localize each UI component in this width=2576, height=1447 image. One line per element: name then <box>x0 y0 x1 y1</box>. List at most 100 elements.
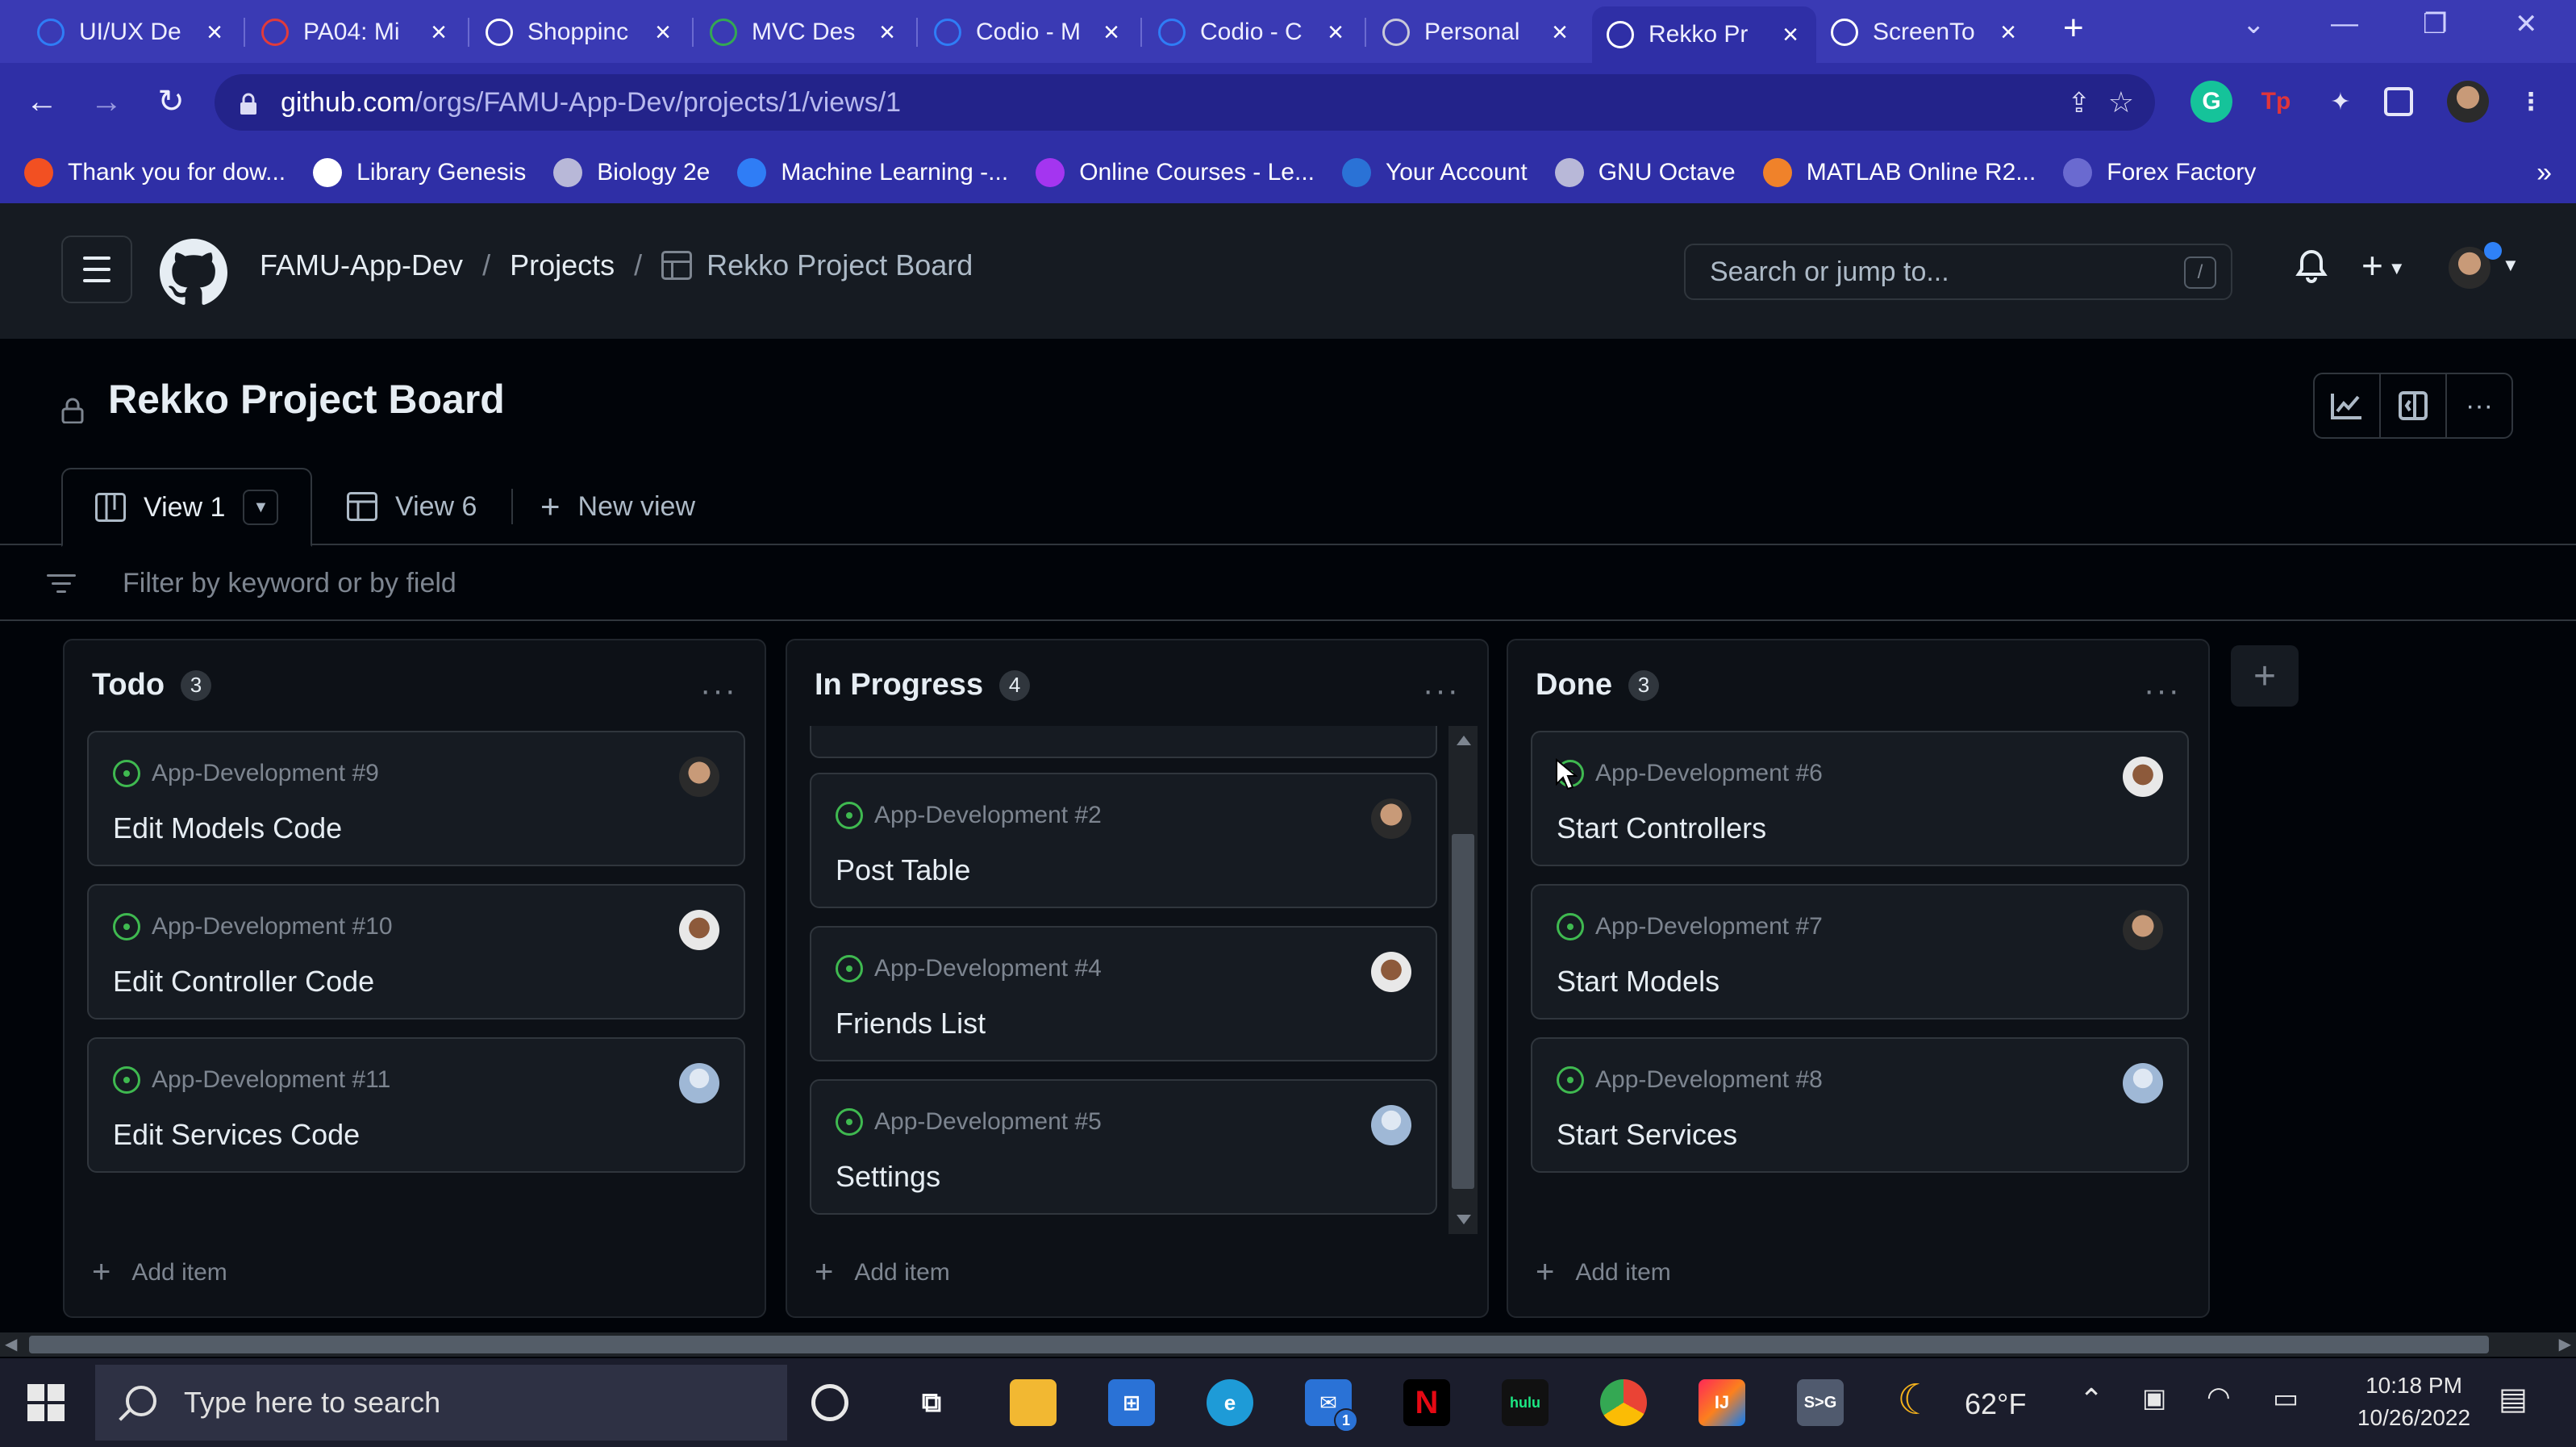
assignee-avatar[interactable] <box>2123 757 2163 797</box>
close-tab-icon[interactable]: × <box>427 17 450 48</box>
issue-card[interactable]: App-Development #2 Post Table <box>810 773 1437 908</box>
mail-icon[interactable]: ✉ 1 <box>1305 1379 1358 1432</box>
card-title[interactable]: Edit Models Code <box>113 811 342 845</box>
github-search-input[interactable]: Search or jump to... / <box>1684 244 2232 300</box>
extensions-puzzle-icon[interactable]: ✦ <box>2320 81 2361 123</box>
scroll-left-arrow[interactable]: ◀ <box>5 1334 17 1354</box>
cortana-icon[interactable] <box>811 1384 848 1421</box>
profile-avatar[interactable] <box>2447 81 2489 123</box>
hulu-icon[interactable]: hulu <box>1502 1379 1549 1426</box>
notifications-bell-icon[interactable] <box>2295 248 2328 292</box>
close-tab-icon[interactable]: × <box>1100 17 1123 48</box>
file-explorer-icon[interactable] <box>1010 1379 1057 1426</box>
new-view-button[interactable]: + New view <box>540 468 695 545</box>
browser-tab[interactable]: Personal × <box>1368 6 1586 58</box>
bookmark-item[interactable]: Forex Factory <box>2063 158 2256 187</box>
card-title[interactable]: Start Models <box>1557 965 1719 999</box>
assignee-avatar[interactable] <box>679 1063 719 1103</box>
bookmark-item[interactable]: Machine Learning -... <box>737 158 1008 187</box>
address-bar[interactable]: github.com/orgs/FAMU-App-Dev/projects/1/… <box>215 74 2155 131</box>
card-title[interactable]: Settings <box>836 1160 940 1194</box>
hamburger-menu-button[interactable] <box>61 236 132 303</box>
bookmark-item[interactable]: Library Genesis <box>313 158 526 187</box>
forward-button[interactable]: → <box>84 79 129 124</box>
github-logo-icon[interactable] <box>160 239 227 306</box>
task-view-icon[interactable]: ⧉ <box>908 1379 955 1426</box>
assignee-avatar[interactable] <box>679 910 719 950</box>
close-window-button[interactable]: ✕ <box>2515 8 2538 40</box>
issue-card[interactable]: App-Development #7 Start Models <box>1531 884 2189 1020</box>
add-item-button[interactable]: + Add item <box>815 1254 950 1291</box>
side-panel-toggle-icon[interactable] <box>2381 374 2447 437</box>
browser-tab[interactable]: ScreenTo × <box>1816 6 2034 58</box>
battery-icon[interactable]: ▭ <box>2273 1382 2299 1415</box>
browser-menu-icon[interactable]: ⋮ <box>2510 81 2552 123</box>
close-tab-icon[interactable]: × <box>876 17 898 48</box>
filter-bar[interactable]: Filter by keyword or by field <box>0 547 2576 621</box>
card-title[interactable]: Friends List <box>836 1007 986 1040</box>
notification-center-icon[interactable]: ▤ <box>2499 1381 2528 1417</box>
browser-tab[interactable]: Rekko Pr × <box>1592 6 1816 63</box>
scrollbar-thumb[interactable] <box>29 1336 2489 1353</box>
browser-tab[interactable]: Shoppinc × <box>471 6 689 58</box>
bookmark-item[interactable]: Biology 2e <box>553 158 710 187</box>
bookmark-item[interactable]: GNU Octave <box>1554 158 1736 187</box>
issue-card[interactable]: App-Development #4 Friends List <box>810 926 1437 1061</box>
page-horizontal-scrollbar[interactable]: ◀ ▶ <box>0 1332 2576 1357</box>
edge-icon[interactable]: e <box>1207 1379 1253 1426</box>
create-new-plus-icon[interactable]: + ▼ <box>2361 244 2406 287</box>
browser-tab[interactable]: PA04: Mi × <box>247 6 465 58</box>
scroll-up-arrow[interactable] <box>1457 736 1471 745</box>
assignee-avatar[interactable] <box>1371 952 1411 992</box>
side-panel-icon[interactable] <box>2384 87 2413 116</box>
close-tab-icon[interactable]: × <box>1779 19 1802 51</box>
close-tab-icon[interactable]: × <box>1549 17 1571 48</box>
insights-chart-icon[interactable] <box>2315 374 2381 437</box>
breadcrumb-projects-link[interactable]: Projects <box>510 248 615 282</box>
issue-card[interactable]: App-Development #9 Edit Models Code <box>87 731 745 866</box>
issue-card-partial[interactable] <box>810 726 1437 758</box>
microsoft-store-icon[interactable]: ⊞ <box>1108 1379 1155 1426</box>
assignee-avatar[interactable] <box>679 757 719 797</box>
bookmark-item[interactable]: Online Courses - Le... <box>1036 158 1315 187</box>
column-menu-icon[interactable]: ··· <box>700 673 737 709</box>
tp-extension-icon[interactable]: Tp <box>2255 81 2297 123</box>
column-menu-icon[interactable]: ··· <box>1423 673 1460 709</box>
column-scrollbar[interactable] <box>1448 726 1478 1234</box>
card-title[interactable]: Edit Controller Code <box>113 965 374 999</box>
browser-tab[interactable]: Codio - M × <box>919 6 1137 58</box>
bookmark-item[interactable]: Thank you for dow... <box>24 158 286 187</box>
bookmark-star-icon[interactable]: ☆ <box>2108 85 2134 119</box>
browser-tab[interactable]: Codio - C × <box>1144 6 1361 58</box>
assignee-avatar[interactable] <box>2123 910 2163 950</box>
new-tab-button[interactable]: + <box>2063 8 2084 48</box>
tab-view-1[interactable]: View 1 ▼ <box>61 468 313 547</box>
close-tab-icon[interactable]: × <box>203 17 226 48</box>
view-options-dropdown[interactable]: ▼ <box>243 490 279 525</box>
card-title[interactable]: Start Services <box>1557 1118 1737 1152</box>
assignee-avatar[interactable] <box>2123 1063 2163 1103</box>
assignee-avatar[interactable] <box>1371 799 1411 839</box>
card-title[interactable]: Edit Services Code <box>113 1118 360 1152</box>
breadcrumb-org-link[interactable]: FAMU-App-Dev <box>260 248 463 282</box>
issue-card[interactable]: App-Development #8 Start Services <box>1531 1037 2189 1173</box>
browser-tab[interactable]: UI/UX De × <box>23 6 240 58</box>
weather-temperature[interactable]: 62°F <box>1965 1387 2026 1421</box>
share-icon[interactable]: ⇪ <box>2068 87 2091 119</box>
scrollbar-thumb[interactable] <box>1452 834 1474 1189</box>
breadcrumb-project-link[interactable]: Rekko Project Board <box>707 248 973 282</box>
assignee-avatar[interactable] <box>1371 1105 1411 1145</box>
system-clock[interactable]: 10:18 PM 10/26/2022 <box>2345 1373 2482 1431</box>
user-menu[interactable]: ▼ <box>2449 242 2537 290</box>
bookmark-item[interactable]: MATLAB Online R2... <box>1762 158 2036 187</box>
card-title[interactable]: Post Table <box>836 853 970 887</box>
taskbar-search-input[interactable]: Type here to search <box>95 1365 787 1441</box>
tab-search-chevron-icon[interactable]: ⌄ <box>2242 8 2265 40</box>
scroll-down-arrow[interactable] <box>1457 1215 1471 1224</box>
column-menu-icon[interactable]: ··· <box>2144 673 2181 709</box>
screen-recorder-icon[interactable]: S>G <box>1797 1379 1844 1426</box>
more-bookmarks-chevron-icon[interactable]: » <box>2536 157 2552 189</box>
card-title[interactable]: Start Controllers <box>1557 811 1766 845</box>
show-hidden-icons-chevron-up-icon[interactable]: ⌃ <box>2079 1382 2103 1416</box>
close-tab-icon[interactable]: × <box>1324 17 1347 48</box>
